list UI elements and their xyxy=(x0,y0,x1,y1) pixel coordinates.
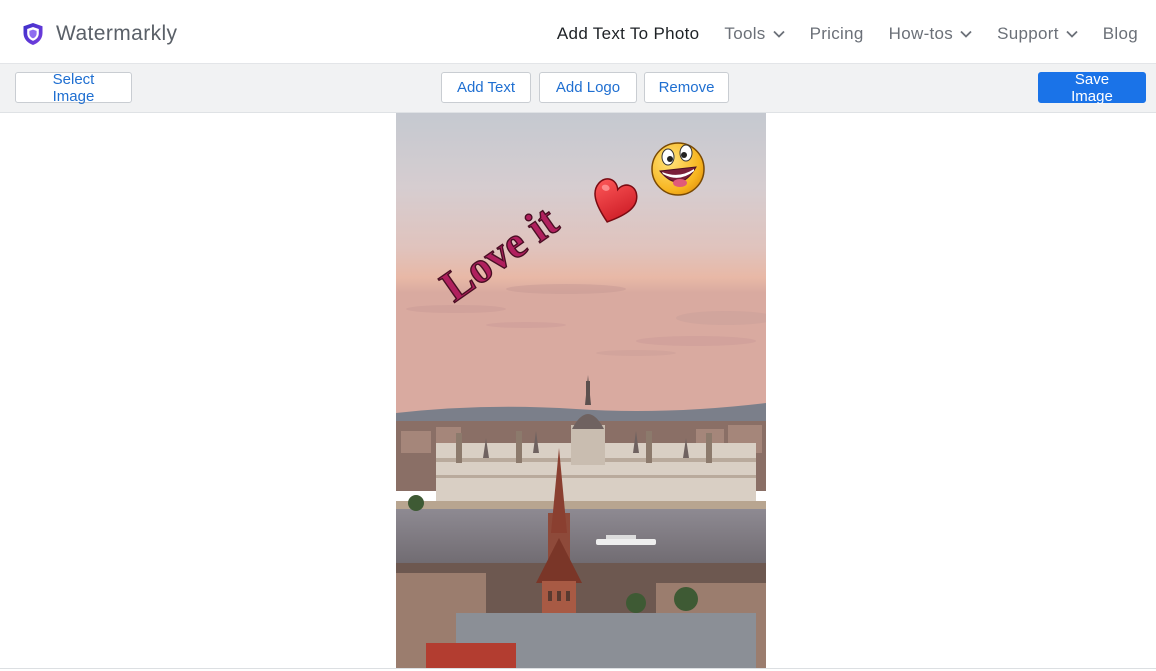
nav-support[interactable]: Support xyxy=(997,24,1078,44)
editor-toolbar: Select Image Add Text Add Logo Remove Sa… xyxy=(0,64,1156,113)
nav-blog[interactable]: Blog xyxy=(1103,24,1138,44)
shield-icon xyxy=(23,23,43,45)
brand[interactable]: Watermarkly xyxy=(22,20,177,48)
nav-label: How-tos xyxy=(888,24,954,43)
nav-add-text-to-photo[interactable]: Add Text To Photo xyxy=(557,24,699,44)
chevron-down-icon xyxy=(772,30,785,38)
nav-how-tos[interactable]: How-tos xyxy=(889,24,972,44)
photo-preview[interactable]: Love it xyxy=(396,113,766,669)
nav-label: Support xyxy=(997,24,1059,43)
select-image-button[interactable]: Select Image xyxy=(15,71,132,105)
bottom-border xyxy=(0,668,1156,669)
nav-label: Add Text To Photo xyxy=(556,24,700,43)
nav-tools[interactable]: Tools xyxy=(724,24,785,44)
editor-canvas: Love it xyxy=(0,113,1156,671)
chevron-down-icon xyxy=(960,30,972,38)
nav-links: Add Text To Photo Tools Pricing How-tos … xyxy=(557,22,1138,46)
add-text-button[interactable]: Add Text xyxy=(441,72,531,103)
nav-label: Pricing xyxy=(809,24,864,43)
save-image-button[interactable]: Save Image xyxy=(1038,71,1146,105)
brand-name: Watermarkly xyxy=(56,22,178,45)
nav-pricing[interactable]: Pricing xyxy=(810,24,864,44)
grinning-face-icon[interactable] xyxy=(651,142,705,196)
nav-label: Blog xyxy=(1102,24,1138,43)
add-logo-button[interactable]: Add Logo xyxy=(539,72,637,103)
nav-label: Tools xyxy=(724,24,766,43)
chevron-down-icon xyxy=(1066,30,1078,38)
top-navigation: Watermarkly Add Text To Photo Tools Pric… xyxy=(0,0,1156,64)
remove-button[interactable]: Remove xyxy=(644,72,729,103)
